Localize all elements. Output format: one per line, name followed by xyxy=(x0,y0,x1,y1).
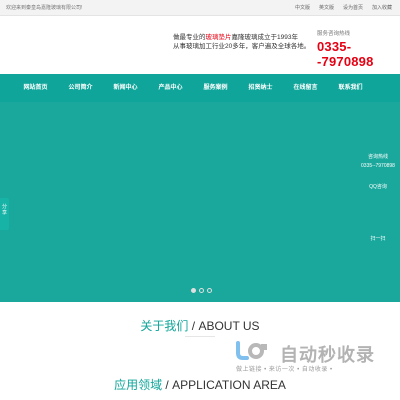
watermark-subtitle: 做上链接 • 来访一次 • 自动收录 • xyxy=(236,367,333,373)
slogan-prefix: 做最专业的 xyxy=(173,34,206,41)
link-set-homepage[interactable]: 设为首页 xyxy=(343,4,363,11)
watermark-logo-icon xyxy=(236,341,267,360)
float-hotline-title: 咨询热线 xyxy=(367,154,388,160)
nav-news[interactable]: 新闻中心 xyxy=(103,74,148,102)
link-chinese[interactable]: 中文版 xyxy=(295,4,310,11)
nav-home[interactable]: 网站首页 xyxy=(13,74,58,102)
qq-consult-link[interactable]: QQ咨询 xyxy=(356,183,400,190)
slogan-line2: 从事玻璃加工行业20多年，客户遍及全球各地。 xyxy=(173,43,311,50)
top-links: 中文版 英文版 设为首页 加入收藏 xyxy=(295,4,392,11)
nav-products[interactable]: 产品中心 xyxy=(148,74,193,102)
application-title-cn: 应用领域 xyxy=(114,378,163,392)
link-add-favorite[interactable]: 加入收藏 xyxy=(372,4,392,11)
hotline-number: 0335--7970898 xyxy=(317,39,374,69)
share-tab[interactable]: 分享 xyxy=(0,198,9,230)
link-english[interactable]: 英文版 xyxy=(319,4,334,11)
about-title-cn: 关于我们 xyxy=(140,319,189,333)
hotline: 服务咨询热线 0335--7970898 xyxy=(317,29,397,69)
nav-about[interactable]: 公司简介 xyxy=(58,74,103,102)
slogan-rest: 嘉隆玻璃成立于1993年 xyxy=(231,34,298,41)
site-header: 做最专业的玻璃垫片嘉隆玻璃成立于1993年 从事玻璃加工行业20多年，客户遍及全… xyxy=(0,16,400,74)
nav-message[interactable]: 在线留言 xyxy=(283,74,328,102)
nav-cases[interactable]: 服务案例 xyxy=(193,74,238,102)
application-title-en: / APPLICATION AREA xyxy=(162,378,286,392)
slogan-highlight: 玻璃垫片 xyxy=(205,34,232,41)
section-divider xyxy=(185,336,215,337)
top-bar: 欢迎来到秦皇岛嘉隆玻璃有限公司! 中文版 英文版 设为首页 加入收藏 xyxy=(0,0,400,16)
about-section-title: 关于我们 / ABOUT US xyxy=(0,317,400,334)
hotline-label: 服务咨询热线 xyxy=(317,31,351,37)
application-section-title: 应用领域 / APPLICATION AREA xyxy=(0,376,400,393)
scan-qr-link[interactable]: 扫一扫 xyxy=(356,235,400,242)
about-title-en: / ABOUT US xyxy=(188,319,260,333)
welcome-text: 欢迎来到秦皇岛嘉隆玻璃有限公司! xyxy=(6,5,83,11)
slider-dot-2[interactable] xyxy=(199,288,204,293)
nav-jobs[interactable]: 招贤纳士 xyxy=(238,74,283,102)
nav-contact[interactable]: 联系我们 xyxy=(328,74,373,102)
company-slogan: 做最专业的玻璃垫片嘉隆玻璃成立于1993年 从事玻璃加工行业20多年，客户遍及全… xyxy=(173,33,313,51)
hero-banner: 分享 xyxy=(0,102,400,302)
slider-dots xyxy=(191,288,212,293)
slider-dot-3[interactable] xyxy=(207,288,212,293)
floating-service-panel: 咨询热线 0335--7970898 QQ咨询 扫一扫 xyxy=(356,153,400,242)
share-tab-label: 分享 xyxy=(1,204,7,216)
main-nav: 网站首页 公司简介 新闻中心 产品中心 服务案例 招贤纳士 在线留言 联系我们 xyxy=(0,74,400,102)
slider-dot-1[interactable] xyxy=(191,288,196,293)
float-hotline-number: 0335--7970898 xyxy=(361,163,395,169)
